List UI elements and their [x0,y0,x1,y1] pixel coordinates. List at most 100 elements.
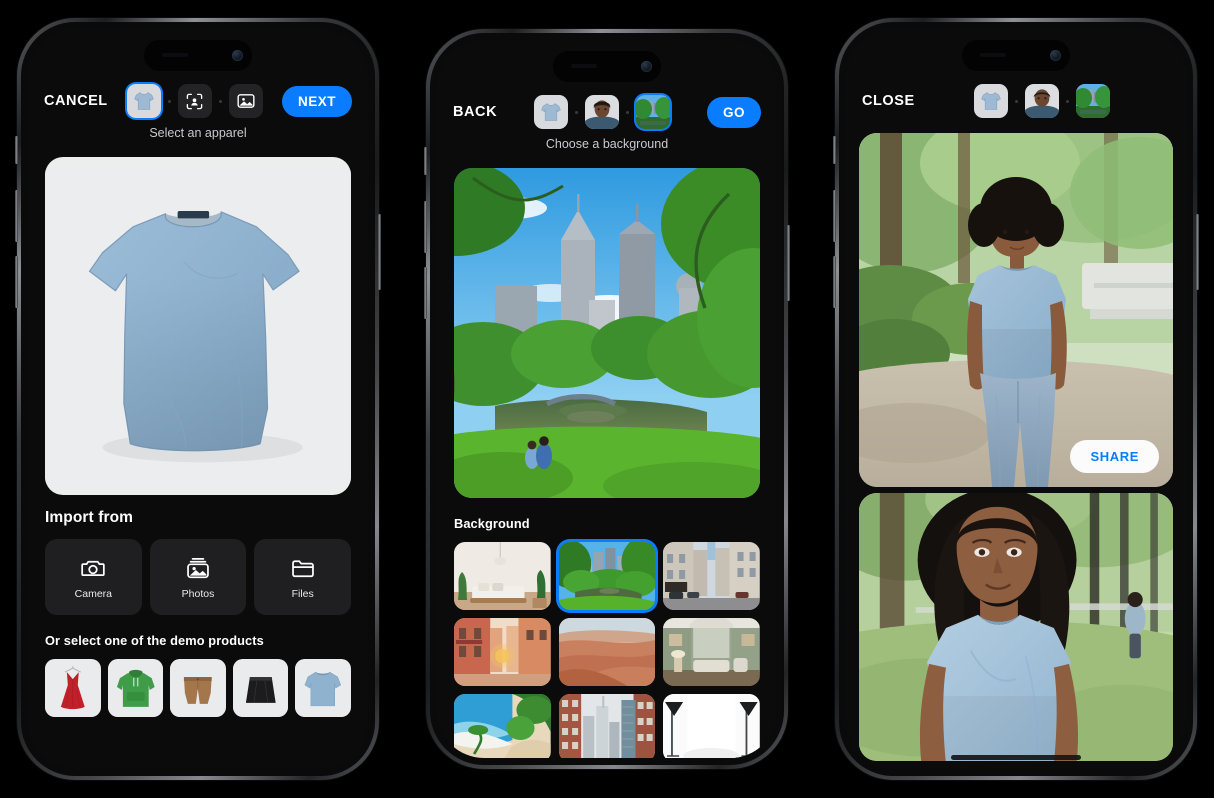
phone-2-choose-background: BACK GO Choose a background Background [424,29,790,769]
camera-icon [81,560,106,576]
tropical-beach-thumbnail [454,694,551,758]
power-button[interactable] [787,225,790,301]
volume-down-button[interactable] [833,256,836,308]
city-park-lake-image [454,168,760,498]
background-option-white-photo-studio[interactable] [663,694,760,758]
image-icon [237,94,255,108]
background-chip[interactable] [228,84,263,118]
chip-separator-dot [575,110,579,114]
apparel-chip[interactable] [126,84,161,118]
black-skirt-thumbnail [232,659,289,717]
phone-screen: BACK GO Choose a background Background [437,40,777,758]
blue-tshirt-thumbnail [295,659,351,717]
dynamic-island [144,40,252,71]
power-button[interactable] [1196,214,1199,290]
step-chip-row [108,84,282,118]
model-chip[interactable] [585,95,620,129]
chip-separator-dot [1066,99,1070,103]
front-camera-icon [1050,50,1061,61]
model-chip[interactable] [177,84,212,118]
import-photos-button[interactable]: Photos [149,539,247,615]
volume-up-button[interactable] [15,190,18,242]
chip-separator-dot [167,99,171,103]
white-photo-studio-thumbnail [663,694,760,758]
chip-separator-dot [1015,99,1019,103]
background-option-desert-dunes[interactable] [558,618,656,686]
cancel-button[interactable]: CANCEL [44,93,108,109]
go-button[interactable]: GO [706,96,761,128]
tshirt-preview-image [45,169,351,483]
demo-product-green-hoodie[interactable] [107,659,164,717]
background-library: Background [454,516,760,758]
phone3-top-bar: CLOSE [846,81,1186,121]
background-option-city-park-lake[interactable] [558,542,656,610]
background-option-downtown-skyscrapers[interactable] [558,694,656,758]
phone-mockup-stage: CANCEL NEXT Select an apparel Import fro… [0,0,1214,798]
silent-switch[interactable] [15,136,18,164]
front-camera-icon [232,50,243,61]
apparel-preview[interactable] [45,157,351,495]
background-option-paris-street[interactable] [663,542,760,610]
import-camera-label: Camera [74,587,113,600]
background-option-tropical-beach[interactable] [454,694,551,758]
italian-alley-thumbnail [454,618,551,686]
home-indicator[interactable] [951,755,1081,760]
apparel-chip[interactable] [974,84,1009,118]
closeup-model-figure [917,493,1079,761]
phone2-step-caption: Choose a background [545,137,669,151]
phone-bezel: CANCEL NEXT Select an apparel Import fro… [21,22,375,776]
next-button[interactable]: NEXT [281,85,352,117]
volume-up-button[interactable] [424,201,427,253]
desert-dunes-thumbnail [558,618,656,686]
back-button[interactable]: BACK [453,104,497,120]
dynamic-island [962,40,1070,71]
volume-down-button[interactable] [424,267,427,319]
result-image-full-body[interactable]: SHARE [859,133,1173,487]
apparel-chip[interactable] [534,95,569,129]
phone-bezel: BACK GO Choose a background Background [430,33,784,765]
import-files-button[interactable]: Files [254,539,352,615]
share-button[interactable]: SHARE [1070,440,1159,473]
brown-shorts-thumbnail [170,659,226,717]
green-hoodie-thumbnail [107,659,164,717]
demo-product-red-dress[interactable] [45,659,101,717]
volume-up-button[interactable] [833,190,836,242]
power-button[interactable] [378,214,381,290]
park-thumbnail [636,95,671,129]
folder-icon [291,559,314,577]
front-camera-icon [641,61,652,72]
demo-product-brown-shorts[interactable] [170,659,226,717]
silent-switch[interactable] [424,147,427,175]
model-portrait [1025,84,1060,118]
background-option-bright-living-room[interactable] [454,542,551,610]
background-chip[interactable] [1076,84,1111,118]
tshirt-thumbnail [541,103,561,121]
result-image-closeup[interactable] [859,493,1173,761]
demo-products-row [45,659,351,717]
background-chip[interactable] [636,95,671,129]
silent-switch[interactable] [833,136,836,164]
background-option-classic-green-lounge[interactable] [663,618,760,686]
red-dress-thumbnail [45,659,101,717]
close-button[interactable]: CLOSE [862,93,915,109]
full-body-result-image [859,133,1173,487]
import-files-label: Files [291,587,314,600]
demo-product-black-skirt[interactable] [232,659,289,717]
import-from-title: Import from [45,509,134,526]
classic-green-lounge-thumbnail [663,618,760,686]
phone-screen: CLOSE SHARE [846,29,1186,769]
photos-icon [187,557,209,578]
chip-separator-dot [626,110,630,114]
park-thumbnail [1076,84,1111,118]
paris-street-thumbnail [663,542,760,610]
background-option-italian-alley[interactable] [454,618,551,686]
closeup-result-image [859,493,1173,761]
import-camera-button[interactable]: Camera [45,539,142,615]
tshirt-thumbnail [134,92,154,110]
phone1-bottom-panel: Import from Camera Photos Files Or selec… [45,509,352,717]
model-chip[interactable] [1025,84,1060,118]
dynamic-island [553,51,661,82]
demo-product-blue-tshirt[interactable] [295,659,351,717]
background-preview[interactable] [454,168,760,498]
volume-down-button[interactable] [15,256,18,308]
